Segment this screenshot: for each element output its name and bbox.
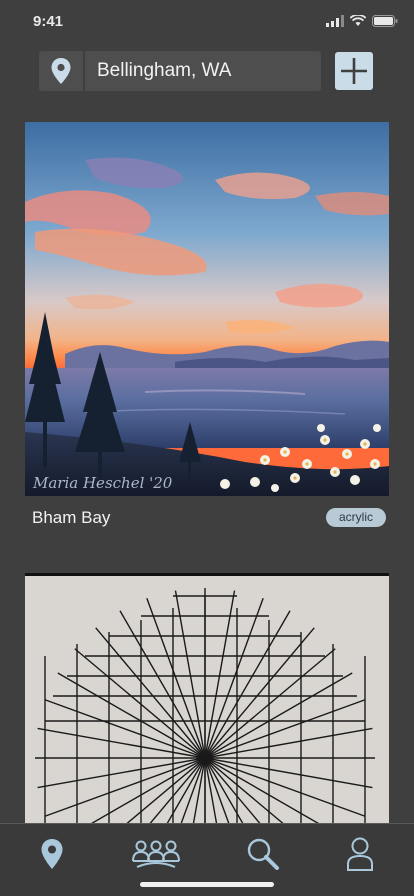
status-bar: 9:41: [0, 0, 414, 44]
plus-icon: [341, 58, 367, 84]
radial-grid-drawing: [35, 588, 375, 823]
artwork-image[interactable]: Maria Heschel '20: [25, 122, 389, 496]
tab-community[interactable]: [128, 836, 184, 872]
search-icon: [247, 838, 279, 870]
status-time: 9:41: [33, 13, 64, 30]
painting-signature: Maria Heschel '20: [32, 474, 173, 492]
status-icons: [326, 15, 398, 27]
location-field[interactable]: Bellingham, WA: [85, 60, 231, 82]
user-icon: [347, 837, 373, 871]
add-button[interactable]: [335, 52, 373, 90]
group-icon: [132, 840, 180, 868]
home-indicator: [140, 882, 274, 887]
sunset-painting: Maria Heschel '20: [25, 122, 389, 496]
location-selector[interactable]: Bellingham, WA: [39, 51, 321, 91]
artwork-image[interactable]: [25, 573, 389, 823]
location-pin-icon: [41, 839, 63, 869]
signal-icon: [326, 15, 344, 27]
location-pin-icon: [39, 51, 85, 91]
tab-location[interactable]: [24, 836, 80, 872]
medium-badge[interactable]: acrylic: [326, 508, 386, 527]
battery-icon: [372, 15, 398, 27]
artwork-title[interactable]: Bham Bay: [32, 508, 110, 528]
tab-search[interactable]: [235, 836, 291, 872]
wifi-icon: [350, 15, 366, 26]
tab-profile[interactable]: [332, 836, 388, 872]
